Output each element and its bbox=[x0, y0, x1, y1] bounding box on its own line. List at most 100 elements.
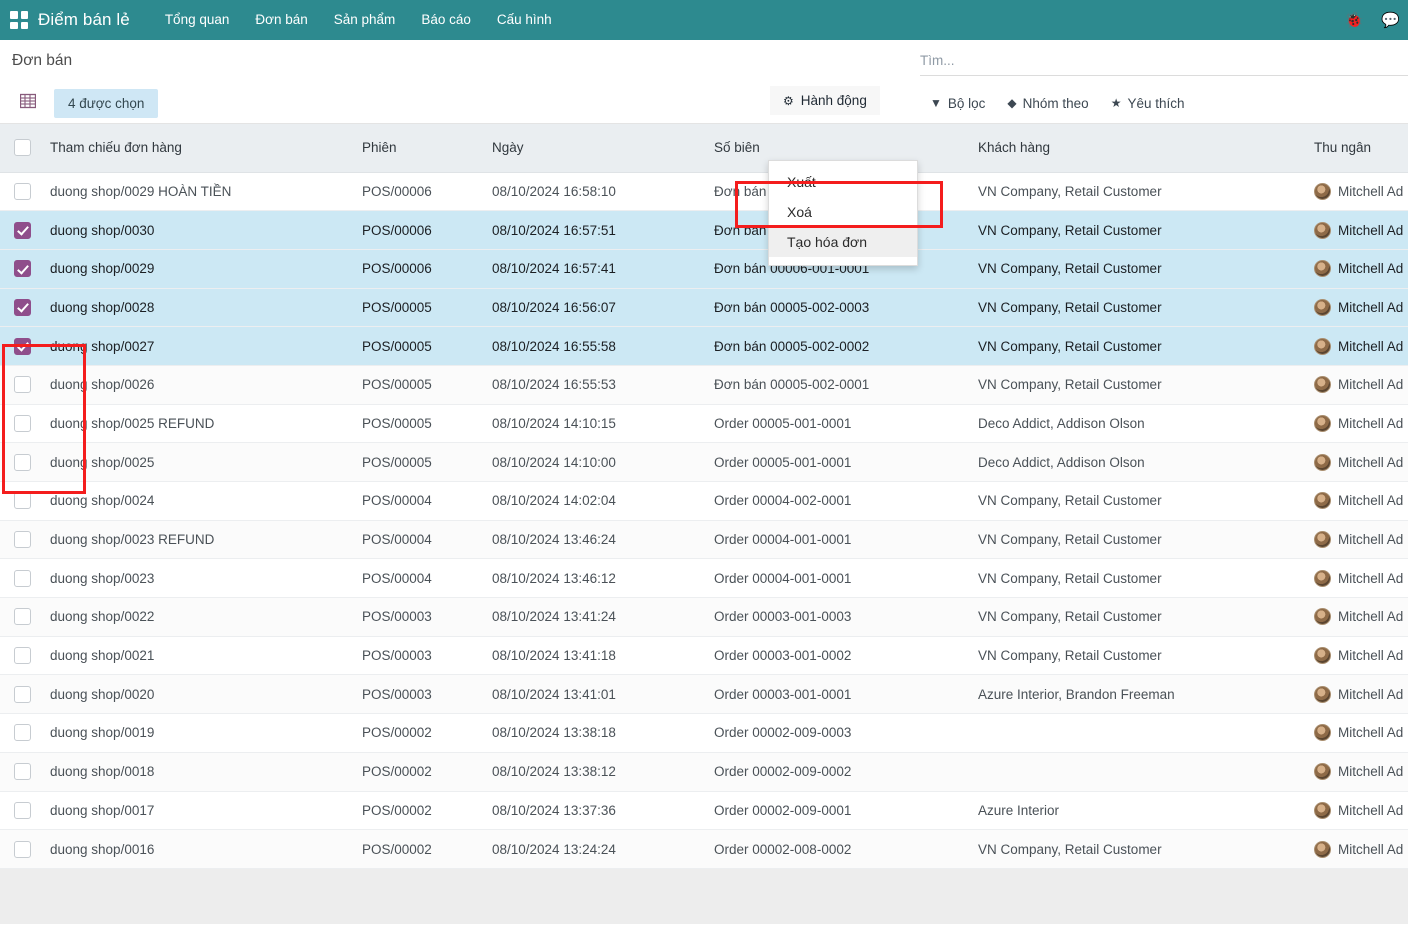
row-checkbox-cell[interactable] bbox=[0, 365, 42, 405]
row-checkbox-cell[interactable] bbox=[0, 288, 42, 328]
navbar-item-4[interactable]: Báo cáo bbox=[408, 0, 484, 40]
table-row[interactable]: duong shop/0028 POS/00005 08/10/2024 16:56… bbox=[0, 288, 1408, 328]
table-row[interactable]: duong shop/0016 POS/00002 08/10/2024 13:24… bbox=[0, 829, 1408, 869]
filter-star[interactable]: ★ Yêu thích bbox=[1111, 96, 1185, 111]
table-row[interactable]: duong shop/0022 POS/00003 08/10/2024 13:41… bbox=[0, 597, 1408, 637]
cell-date: 08/10/2024 13:41:24 bbox=[484, 597, 706, 637]
apps-grid-icon[interactable] bbox=[10, 11, 28, 29]
navbar-item-2[interactable]: Đơn bán bbox=[242, 0, 320, 40]
list-view-icon[interactable] bbox=[19, 93, 37, 113]
row-checkbox-cell[interactable] bbox=[0, 481, 42, 521]
table-row[interactable]: duong shop/0023 POS/00004 08/10/2024 13:46… bbox=[0, 558, 1408, 599]
row-checkbox[interactable] bbox=[14, 221, 31, 239]
cell-date: 08/10/2024 16:57:51 bbox=[484, 210, 706, 250]
filter-filter-funnel[interactable]: ▼ Bộ lọc bbox=[930, 96, 985, 111]
dropdown-item-2[interactable]: Xoá bbox=[769, 197, 917, 227]
table-row[interactable]: duong shop/0030 POS/00006 08/10/2024 16:57… bbox=[0, 210, 1408, 250]
table-row[interactable]: duong shop/0025 REFUND POS/00005 08/10/202… bbox=[0, 404, 1408, 444]
cashier-name: Mitchell Ad bbox=[1338, 686, 1404, 702]
column-header-customer[interactable]: Khách hàng bbox=[970, 124, 1306, 173]
row-checkbox[interactable] bbox=[14, 569, 31, 587]
table-row[interactable]: duong shop/0017 POS/00002 08/10/2024 13:37… bbox=[0, 791, 1408, 831]
row-checkbox-cell[interactable] bbox=[0, 674, 42, 715]
avatar bbox=[1314, 453, 1331, 471]
navbar-right-icons: 🐞 💬 bbox=[1345, 0, 1400, 40]
row-checkbox[interactable] bbox=[14, 647, 31, 665]
row-checkbox[interactable] bbox=[14, 763, 31, 781]
row-checkbox-cell[interactable] bbox=[0, 791, 42, 831]
row-checkbox-cell[interactable] bbox=[0, 210, 42, 250]
cashier-name: Mitchell Ad bbox=[1338, 532, 1404, 548]
dropdown-item-3[interactable]: Tạo hóa đơn bbox=[769, 227, 917, 257]
row-checkbox[interactable] bbox=[14, 298, 31, 316]
row-checkbox[interactable] bbox=[14, 531, 31, 549]
avatar bbox=[1314, 337, 1331, 355]
row-checkbox-cell[interactable] bbox=[0, 829, 42, 869]
cell-customer: VN Company, Retail Customer bbox=[970, 597, 1306, 637]
cell-session: POS/00004 bbox=[354, 520, 484, 560]
row-checkbox-cell[interactable] bbox=[0, 713, 42, 753]
filter-layers[interactable]: ◆ Nhóm theo bbox=[1007, 96, 1088, 111]
column-header-cashier[interactable]: Thu ngân bbox=[1306, 124, 1408, 173]
cell-date: 08/10/2024 13:37:36 bbox=[484, 791, 706, 831]
table-row[interactable]: duong shop/0027 POS/00005 08/10/2024 16:55… bbox=[0, 326, 1408, 366]
row-checkbox-cell[interactable] bbox=[0, 520, 42, 560]
cell-customer: VN Company, Retail Customer bbox=[970, 326, 1306, 366]
table-row[interactable]: duong shop/0029 POS/00006 08/10/2024 16:57… bbox=[0, 249, 1408, 289]
row-checkbox[interactable] bbox=[14, 840, 31, 858]
dropdown-item-1[interactable]: Xuất bbox=[769, 167, 917, 197]
column-header-session[interactable]: Phiên bbox=[354, 124, 484, 173]
row-checkbox-cell[interactable] bbox=[0, 597, 42, 637]
table-row[interactable]: duong shop/0019 POS/00002 08/10/2024 13:38… bbox=[0, 713, 1408, 753]
table-row[interactable]: duong shop/0025 POS/00005 08/10/2024 14:10… bbox=[0, 442, 1408, 482]
cashier-name: Mitchell Ad bbox=[1338, 609, 1404, 625]
row-checkbox-cell[interactable] bbox=[0, 558, 42, 599]
cell-cashier: Mitchell Ad bbox=[1306, 249, 1408, 289]
row-checkbox[interactable] bbox=[14, 453, 31, 471]
table-row[interactable]: duong shop/0029 HOÀN TIỀN POS/00006 08/10/… bbox=[0, 172, 1408, 212]
table-row[interactable]: duong shop/0023 REFUND POS/00004 08/10/202… bbox=[0, 520, 1408, 560]
row-checkbox-cell[interactable] bbox=[0, 404, 42, 444]
cell-customer: Azure Interior bbox=[970, 791, 1306, 831]
row-checkbox[interactable] bbox=[14, 182, 31, 200]
table-row[interactable]: duong shop/0026 POS/00005 08/10/2024 16:55… bbox=[0, 365, 1408, 405]
row-checkbox-cell[interactable] bbox=[0, 249, 42, 289]
row-checkbox-cell[interactable] bbox=[0, 442, 42, 482]
action-button[interactable]: ⚙ Hành động bbox=[770, 86, 880, 115]
cell-date: 08/10/2024 16:55:58 bbox=[484, 326, 706, 366]
navbar-item-3[interactable]: Sản phẩm bbox=[321, 0, 409, 40]
row-checkbox[interactable] bbox=[14, 376, 31, 394]
table-row[interactable]: duong shop/0020 POS/00003 08/10/2024 13:41… bbox=[0, 674, 1408, 715]
table-row[interactable]: duong shop/0018 POS/00002 08/10/2024 13:38… bbox=[0, 752, 1408, 792]
app-brand-title[interactable]: Điểm bán lẻ bbox=[38, 10, 130, 30]
chat-icon[interactable]: 💬 bbox=[1381, 13, 1400, 28]
navbar-item-1[interactable]: Tổng quan bbox=[152, 0, 243, 40]
row-checkbox[interactable] bbox=[14, 685, 31, 703]
table-row[interactable]: duong shop/0024 POS/00004 08/10/2024 14:02… bbox=[0, 481, 1408, 521]
row-checkbox[interactable] bbox=[14, 608, 31, 626]
navbar-item-5[interactable]: Cấu hình bbox=[484, 0, 565, 40]
row-checkbox[interactable] bbox=[14, 414, 31, 432]
search-input[interactable] bbox=[920, 46, 1408, 76]
table-row[interactable]: duong shop/0021 POS/00003 08/10/2024 13:41… bbox=[0, 636, 1408, 676]
selected-count-badge[interactable]: 4 được chọn bbox=[54, 88, 159, 118]
row-checkbox-cell[interactable] bbox=[0, 752, 42, 792]
cell-cashier: Mitchell Ad bbox=[1306, 791, 1408, 831]
cell-date: 08/10/2024 14:10:15 bbox=[484, 404, 706, 444]
bug-icon[interactable]: 🐞 bbox=[1345, 13, 1364, 28]
row-checkbox[interactable] bbox=[14, 801, 31, 819]
column-header-reference[interactable]: Tham chiếu đơn hàng bbox=[42, 124, 354, 173]
row-checkbox-cell[interactable] bbox=[0, 326, 42, 366]
row-checkbox-cell[interactable] bbox=[0, 636, 42, 676]
column-header-date[interactable]: Ngày bbox=[484, 124, 706, 173]
row-checkbox[interactable] bbox=[14, 724, 31, 742]
row-checkbox-cell[interactable] bbox=[0, 172, 42, 212]
cell-receipt: Order 00003-001-0002 bbox=[706, 636, 970, 676]
select-all-checkbox[interactable] bbox=[14, 139, 31, 157]
avatar bbox=[1314, 376, 1331, 394]
row-checkbox[interactable] bbox=[14, 337, 31, 355]
row-checkbox[interactable] bbox=[14, 492, 31, 510]
cell-date: 08/10/2024 14:10:00 bbox=[484, 442, 706, 482]
row-checkbox[interactable] bbox=[14, 260, 31, 278]
view-toolbar: 4 được chọn ⚙ Hành động ▼ Bộ lọc ◆ Nhóm the… bbox=[0, 82, 1408, 124]
